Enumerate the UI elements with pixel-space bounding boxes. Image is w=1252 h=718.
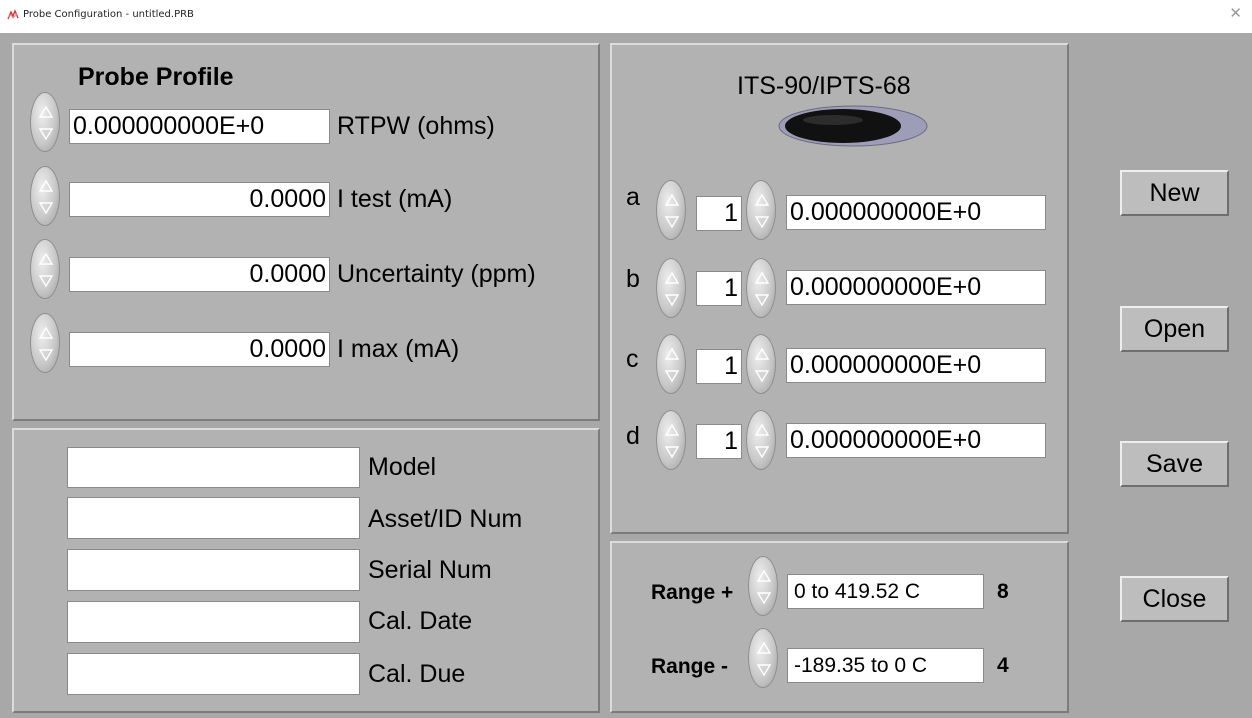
- coeff-letter-d: d: [626, 422, 640, 450]
- spinner-arrows-icon: [664, 193, 680, 229]
- coeff-d-value-spinner[interactable]: [746, 410, 776, 470]
- spinner-arrows-icon: [664, 423, 680, 459]
- rtpw-field[interactable]: 0.000000000E+0: [69, 109, 330, 144]
- coeff-b-index-field[interactable]: 1: [696, 271, 742, 306]
- i-max-label: I max (mA): [337, 335, 460, 363]
- spinner-arrows-icon: [756, 641, 772, 677]
- save-button[interactable]: Save: [1120, 441, 1229, 487]
- uncertainty-spinner[interactable]: [30, 239, 60, 299]
- uncertainty-label: Uncertainty (ppm): [337, 260, 536, 288]
- range-minus-count: 4: [997, 654, 1009, 677]
- range-plus-field[interactable]: 0 to 419.52 C: [787, 574, 984, 609]
- rtpw-label: RTPW (ohms): [337, 112, 495, 140]
- model-field[interactable]: [67, 447, 360, 488]
- range-minus-field[interactable]: -189.35 to 0 C: [787, 648, 984, 683]
- cal-date-label: Cal. Date: [368, 607, 473, 635]
- its-heading: ITS-90/IPTS-68: [737, 72, 911, 100]
- i-test-spinner[interactable]: [30, 166, 60, 226]
- spinner-arrows-icon: [38, 326, 54, 362]
- spinner-arrows-icon: [756, 569, 772, 605]
- close-icon[interactable]: ✕: [1229, 5, 1242, 23]
- its-mode-led-icon[interactable]: [778, 105, 928, 147]
- coeff-d-index-spinner[interactable]: [656, 410, 686, 470]
- coeff-a-value-field[interactable]: 0.000000000E+0: [786, 195, 1046, 230]
- model-label: Model: [368, 453, 437, 481]
- close-button[interactable]: Close: [1120, 576, 1229, 622]
- spinner-arrows-icon: [754, 271, 770, 307]
- coeff-a-value-spinner[interactable]: [746, 180, 776, 240]
- range-plus-label: Range +: [651, 581, 734, 604]
- range-plus-count: 8: [997, 580, 1009, 603]
- i-max-field[interactable]: 0.0000: [69, 332, 330, 367]
- serial-num-label: Serial Num: [368, 556, 492, 584]
- open-button[interactable]: Open: [1120, 306, 1229, 352]
- spinner-arrows-icon: [754, 193, 770, 229]
- app-icon: [7, 9, 19, 20]
- new-button[interactable]: New: [1120, 170, 1229, 216]
- coeff-d-value-field[interactable]: 0.000000000E+0: [786, 423, 1046, 458]
- coeff-d-index-field[interactable]: 1: [696, 424, 742, 459]
- cal-date-field[interactable]: [67, 601, 360, 643]
- probe-profile-heading: Probe Profile: [78, 63, 234, 91]
- coeff-c-index-field[interactable]: 1: [696, 349, 742, 384]
- i-test-label: I test (mA): [337, 185, 453, 213]
- range-panel: [610, 541, 1069, 713]
- coeff-c-value-spinner[interactable]: [746, 334, 776, 394]
- coeff-c-value-field[interactable]: 0.000000000E+0: [786, 348, 1046, 383]
- rtpw-spinner[interactable]: [30, 92, 60, 152]
- spinner-arrows-icon: [38, 105, 54, 141]
- spinner-arrows-icon: [38, 252, 54, 288]
- coeff-letter-c: c: [626, 345, 639, 373]
- i-max-spinner[interactable]: [30, 313, 60, 373]
- spinner-arrows-icon: [38, 179, 54, 215]
- range-minus-spinner[interactable]: [748, 628, 778, 688]
- coeff-b-index-spinner[interactable]: [656, 258, 686, 318]
- spinner-arrows-icon: [754, 347, 770, 383]
- cal-due-field[interactable]: [67, 653, 360, 695]
- range-minus-label: Range -: [651, 655, 729, 678]
- title-bar: Probe Configuration - untitled.PRB ✕: [0, 0, 1252, 33]
- coeff-a-index-spinner[interactable]: [656, 180, 686, 240]
- range-plus-spinner[interactable]: [748, 556, 778, 616]
- coeff-c-index-spinner[interactable]: [656, 334, 686, 394]
- asset-id-field[interactable]: [67, 497, 360, 539]
- spinner-arrows-icon: [754, 423, 770, 459]
- i-test-field[interactable]: 0.0000: [69, 182, 330, 217]
- serial-num-field[interactable]: [67, 549, 360, 591]
- spinner-arrows-icon: [664, 347, 680, 383]
- uncertainty-field[interactable]: 0.0000: [69, 257, 330, 292]
- coeff-b-value-field[interactable]: 0.000000000E+0: [786, 270, 1046, 305]
- spinner-arrows-icon: [664, 271, 680, 307]
- coeff-b-value-spinner[interactable]: [746, 258, 776, 318]
- cal-due-label: Cal. Due: [368, 660, 466, 688]
- coeff-letter-b: b: [626, 265, 640, 293]
- coeff-a-index-field[interactable]: 1: [696, 196, 742, 231]
- asset-id-label: Asset/ID Num: [368, 505, 523, 533]
- window-title: Probe Configuration - untitled.PRB: [23, 9, 194, 20]
- coeff-letter-a: a: [626, 183, 640, 211]
